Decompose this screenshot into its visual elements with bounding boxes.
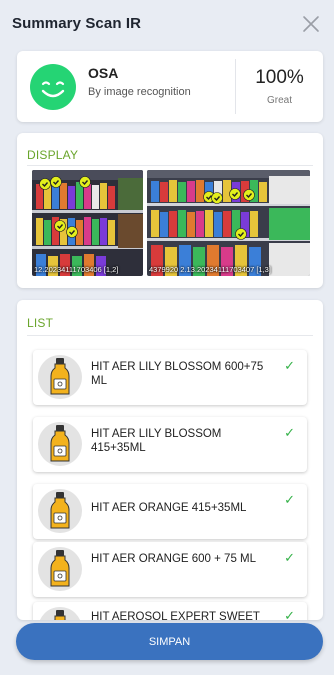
- check-icon: ✓: [284, 608, 295, 620]
- list-item[interactable]: HIT AER ORANGE 415+35ML ✓: [33, 484, 307, 539]
- close-icon[interactable]: [302, 15, 320, 33]
- list-section: LIST HIT AER LILY BLOSSOM 600+75 ML ✓ HI…: [17, 300, 323, 620]
- osa-percent: 100%: [255, 67, 304, 88]
- bottle-icon: [38, 489, 82, 533]
- page-title: Summary Scan IR: [12, 15, 142, 32]
- check-icon: ✓: [284, 492, 295, 507]
- divider: [27, 165, 313, 166]
- save-button[interactable]: SIMPAN: [16, 623, 323, 660]
- bottle-icon: [38, 607, 82, 620]
- smiley-icon: [30, 64, 76, 110]
- osa-grade: Great: [266, 95, 292, 106]
- list-item[interactable]: HIT AER LILY BLOSSOM 415+35ML ✓: [33, 417, 307, 472]
- check-icon: ✓: [284, 358, 295, 373]
- item-name: HIT AER LILY BLOSSOM 600+75 ML: [91, 361, 264, 387]
- display-photo[interactable]: 12.20234111703406 [1,2]: [32, 170, 143, 276]
- display-photo[interactable]: 4379920 2.13.20234111703407 [1,3]: [147, 170, 310, 276]
- osa-method: By image recognition: [88, 86, 191, 98]
- photo-caption: 12.20234111703406 [1,2]: [34, 265, 119, 274]
- list-title: LIST: [27, 316, 54, 330]
- item-name: HIT AER LILY BLOSSOM 415+35ML: [91, 428, 222, 454]
- item-name: HIT AER ORANGE 415+35ML: [91, 502, 247, 514]
- list-item[interactable]: HIT AEROSOL EXPERT SWEET ✓: [33, 602, 307, 620]
- osa-summary-card: OSA By image recognition 100% Great: [17, 51, 323, 122]
- bottle-icon: [38, 547, 82, 591]
- list-item[interactable]: HIT AER ORANGE 600 + 75 ML ✓: [33, 542, 307, 597]
- divider: [27, 335, 313, 336]
- check-icon: ✓: [284, 425, 295, 440]
- item-name: HIT AEROSOL EXPERT SWEET: [91, 611, 260, 620]
- display-section: DISPLAY 12.20234111703406 [1,2] 4379920 …: [17, 133, 323, 288]
- check-icon: ✓: [284, 550, 295, 565]
- osa-label: OSA: [88, 65, 119, 81]
- list-item[interactable]: HIT AER LILY BLOSSOM 600+75 ML ✓: [33, 350, 307, 405]
- header: Summary Scan IR: [0, 0, 334, 50]
- bottle-icon: [38, 355, 82, 399]
- item-name: HIT AER ORANGE 600 + 75 ML: [91, 553, 257, 565]
- display-title: DISPLAY: [27, 148, 79, 162]
- bottle-icon: [38, 422, 82, 466]
- photo-caption: 4379920 2.13.20234111703407 [1,3]: [149, 265, 271, 274]
